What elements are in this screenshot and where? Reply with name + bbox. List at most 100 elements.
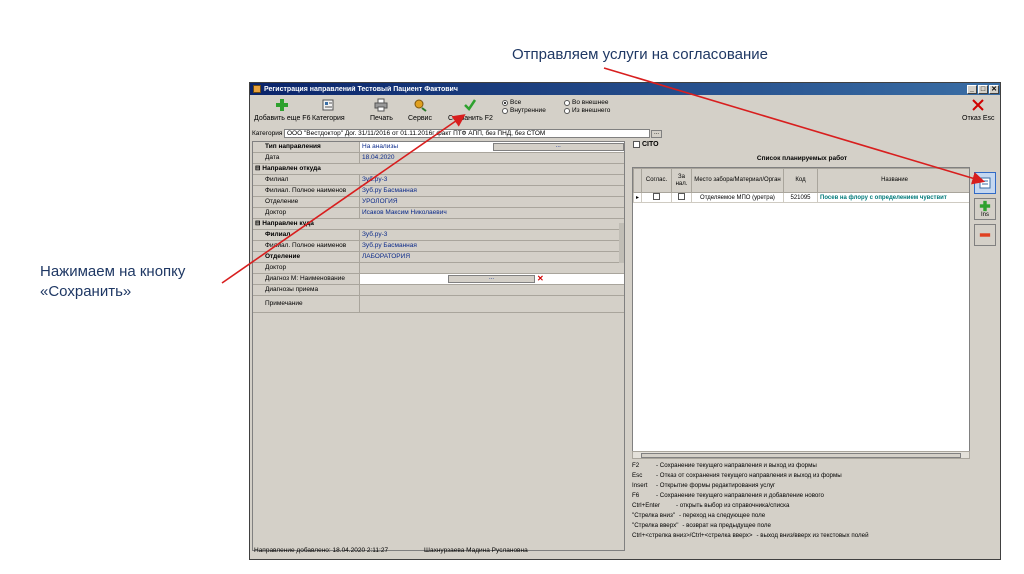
name-cell: Посев на флору с определением чувствит	[817, 192, 969, 203]
clear-diagnosis-icon[interactable]: ✕	[537, 274, 622, 284]
help-row: Ctrl+<стрелка вниз>/Ctrl+<стрелка вверх>…	[632, 531, 992, 541]
annotation-send-for-approval: Отправляем услуги на согласование	[512, 46, 768, 63]
type-value: На анализы	[362, 143, 399, 150]
col-header-code[interactable]: Код	[783, 168, 818, 193]
row-indicator: ▸	[633, 192, 642, 203]
approve-cell[interactable]	[641, 192, 672, 203]
to-doctor-label: Доктор	[253, 263, 360, 273]
print-button[interactable]: Печать	[370, 98, 393, 122]
cito-checkbox-box[interactable]	[633, 141, 640, 148]
works-horizontal-scrollbar[interactable]	[632, 451, 970, 459]
reception-diag-label: Диагнозы приема	[253, 285, 360, 295]
status-user: Шахнурзаева Мадина Руслановна	[424, 546, 528, 554]
help-key: Insert	[632, 482, 648, 489]
works-side-toolbar: Ins	[974, 172, 996, 250]
help-key: Esc	[632, 472, 643, 479]
close-button[interactable]: ✕	[989, 84, 999, 94]
category-field-label: Категория	[252, 130, 283, 137]
grid-row-to-branch[interactable]: Филиал Зуб.ру-3	[253, 230, 624, 241]
from-dept-label: Отделение	[253, 197, 360, 207]
grid-row-to-branch-full[interactable]: Филиал. Полное наименов Зуб.ру Басманная	[253, 241, 624, 252]
row-indicator-header	[633, 168, 642, 193]
service-label: Сервис	[408, 115, 432, 122]
plus-icon	[979, 200, 991, 212]
type-label: Тип направления	[253, 142, 360, 152]
grid-row-to-dept[interactable]: Отделение ЛАБОРАТОРИЯ	[253, 252, 624, 263]
grid-row-date[interactable]: Дата 18.04.2020	[253, 153, 624, 164]
property-grid: Тип направления На анализы... Дата 18.04…	[252, 141, 625, 551]
grid-row-diagnosis[interactable]: Диагноз М: Наименование ... ✕	[253, 274, 624, 285]
col-header-place[interactable]: Место забора/Материал/Орган	[691, 168, 784, 193]
category-button[interactable]: Категория	[312, 98, 345, 122]
diagnosis-ellipsis-button[interactable]: ...	[448, 275, 535, 283]
grid-row-from-branch-full[interactable]: Филиал. Полное наименов Зуб.ру Басманная	[253, 186, 624, 197]
col-header-name[interactable]: Название	[817, 168, 969, 193]
grid-row-from-doctor[interactable]: Доктор Исаков Максим Николаевич	[253, 208, 624, 219]
grid-row-to-doctor[interactable]: Доктор	[253, 263, 624, 274]
grid-scrollbar[interactable]	[619, 223, 624, 263]
send-for-approval-button[interactable]	[974, 172, 996, 194]
cancel-label: Отказ Esc	[962, 115, 995, 122]
cito-label: CITO	[642, 141, 659, 148]
help-key: F6	[632, 492, 640, 499]
radio-internal[interactable]: Внутренние	[502, 107, 552, 115]
grid-row-note[interactable]: Примечание	[253, 296, 624, 313]
grid-row-type[interactable]: Тип направления На анализы...	[253, 142, 624, 153]
section-to-label: ⊟ Направлен куда	[253, 219, 360, 229]
remove-service-button[interactable]	[974, 224, 996, 246]
cash-checkbox[interactable]	[678, 193, 685, 200]
add-more-button[interactable]: Добавить еще F6	[254, 98, 310, 122]
printer-icon	[374, 98, 388, 112]
approval-list-icon	[979, 177, 991, 189]
insert-service-button[interactable]: Ins	[974, 198, 996, 220]
cash-cell[interactable]	[671, 192, 692, 203]
category-row: Категория ООО "Вестдоктор" Дог. 31/11/20…	[252, 129, 662, 138]
cito-checkbox[interactable]: CITO	[633, 141, 659, 148]
grid-row-reception-diag[interactable]: Диагнозы приема	[253, 285, 624, 296]
diagnosis-label: Диагноз М: Наименование	[253, 274, 360, 284]
scrollbar-thumb[interactable]	[641, 453, 961, 458]
col-header-approve[interactable]: Соглас.	[641, 168, 672, 193]
radio-to-external[interactable]: Во внешнее	[564, 99, 614, 107]
annotation-press-save: Нажимаем на кнопку «Сохранить»	[40, 263, 186, 300]
help-key: Ctrl+<стрелка вниз>/Ctrl+<стрелка вверх>	[632, 532, 753, 539]
help-key: "Стрелка вверх"	[632, 522, 679, 529]
service-button[interactable]: Сервис	[408, 98, 432, 122]
grid-row-from-dept[interactable]: Отделение УРОЛОГИЯ	[253, 197, 624, 208]
section-from-label: ⊟ Направлен откуда	[253, 164, 360, 174]
app-icon	[253, 85, 261, 93]
date-value: 18.04.2020	[362, 154, 395, 161]
diagnosis-field[interactable]: ... ✕	[360, 274, 624, 284]
save-label: Сохранить F2	[448, 115, 493, 122]
to-dept-value: ЛАБОРАТОРИЯ	[362, 253, 411, 260]
type-ellipsis-button[interactable]: ...	[492, 143, 624, 151]
minimize-button[interactable]: _	[967, 84, 977, 94]
approve-checkbox[interactable]	[653, 193, 660, 200]
help-text: - Отказ от сохранения текущего направлен…	[656, 472, 842, 479]
section-to[interactable]: ⊟ Направлен куда	[253, 219, 624, 230]
radio-from-external[interactable]: Из внешнего	[564, 107, 614, 115]
cancel-button[interactable]: Отказ Esc	[962, 98, 995, 122]
help-row: "Стрелка вниз" - переход на следующее пол…	[632, 511, 992, 521]
from-doctor-label: Доктор	[253, 208, 360, 218]
type-field[interactable]: На анализы...	[360, 142, 624, 152]
col-header-cash[interactable]: За нал.	[671, 168, 692, 193]
radio-dot-checked	[502, 100, 508, 106]
status-bar: Направление добавлено: 18.04.2020 2:11:2…	[252, 545, 1000, 555]
table-row[interactable]: ▸ Отделяемое МПО (уретра) 521095 Посев н…	[633, 192, 969, 203]
grid-row-from-branch[interactable]: Филиал Зуб.ру-3	[253, 175, 624, 186]
radio-dot	[564, 100, 570, 106]
maximize-button[interactable]: □	[978, 84, 988, 94]
category-field[interactable]: ООО "Вестдоктор" Дог. 31/11/2016 от 01.1…	[284, 129, 650, 138]
category-ellipsis-button[interactable]: ...	[651, 129, 662, 138]
works-table-header: Соглас. За нал. Место забора/Материал/Ор…	[633, 168, 969, 193]
radio-all[interactable]: Все	[502, 99, 552, 107]
status-added: Направление добавлено: 18.04.2020 2:11:2…	[254, 546, 389, 554]
help-text: - открыть выбор из справочника/списка	[676, 502, 790, 509]
save-button[interactable]: Сохранить F2	[448, 98, 493, 122]
help-text: - Открытие формы редактирования услуг	[656, 482, 776, 489]
date-label: Дата	[253, 153, 360, 163]
works-list-title: Список планируемых работ	[756, 155, 848, 162]
minus-icon	[979, 233, 991, 237]
section-from[interactable]: ⊟ Направлен откуда	[253, 164, 624, 175]
